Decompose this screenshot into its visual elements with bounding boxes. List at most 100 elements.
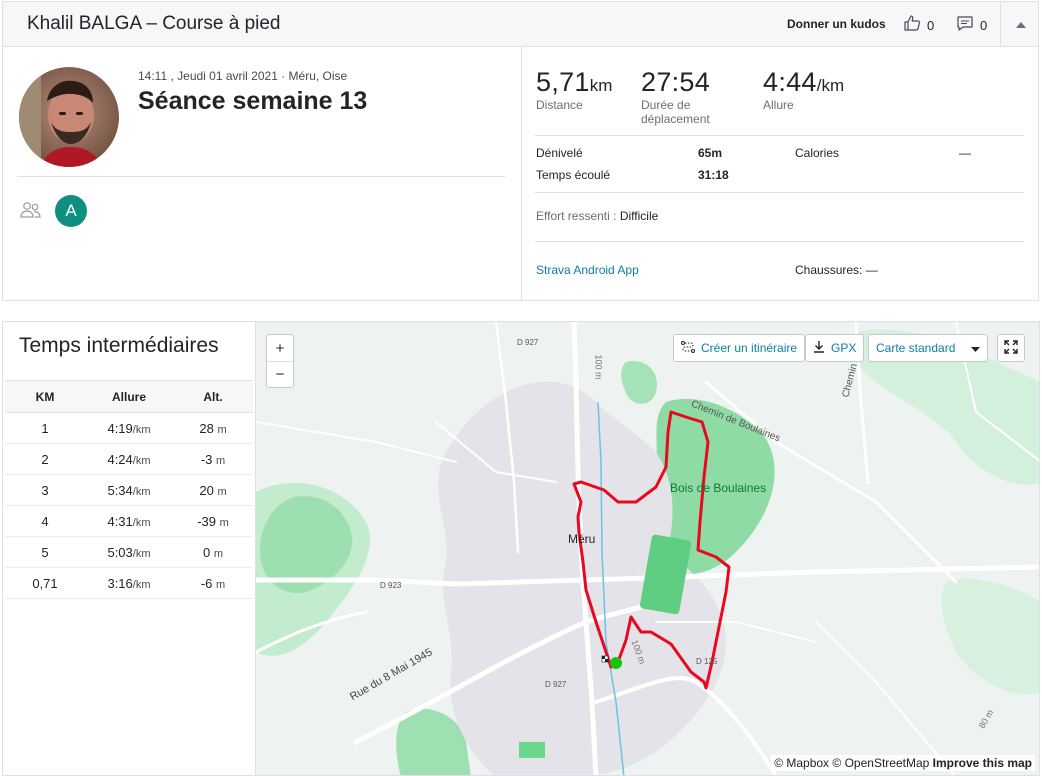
split-alt: -6 m	[173, 567, 253, 599]
column-header-km: KM	[5, 380, 85, 413]
start-marker	[610, 657, 622, 669]
road-label-d927-top: D 927	[517, 338, 539, 347]
splits-header-row: KM Allure Alt.	[5, 380, 253, 413]
device-link[interactable]: Strava Android App	[536, 263, 639, 277]
activity-title: Séance semaine 13	[138, 87, 368, 115]
zoom-in-button[interactable]: +	[267, 335, 293, 361]
split-pace: 5:03/km	[85, 536, 173, 568]
gpx-export-button[interactable]: GPX	[805, 334, 865, 362]
split-alt-unit: m	[216, 454, 226, 467]
split-row[interactable]: 0,71 3:16/km -6 m	[5, 567, 253, 599]
split-alt-value: 28	[199, 420, 214, 436]
improve-map-link[interactable]: Improve this map	[933, 756, 1032, 770]
split-row[interactable]: 1 4:19/km 28 m	[5, 412, 253, 444]
kudos-count: 0	[927, 17, 935, 33]
splits-panel: Temps intermédiaires KM Allure Alt. 1 4:1…	[2, 321, 255, 776]
collapse-button[interactable]	[1000, 2, 1040, 46]
create-route-button[interactable]: Créer un itinéraire	[673, 334, 806, 362]
split-row[interactable]: 4 4:31/km -39 m	[5, 505, 253, 537]
distance-label: Distance	[536, 98, 583, 112]
split-pace: 3:16/km	[85, 567, 173, 599]
split-pace: 4:24/km	[85, 443, 173, 475]
shoes-info: Chaussures: —	[795, 263, 878, 277]
map-canvas[interactable]	[256, 322, 1040, 776]
calories-label: Calories	[795, 146, 840, 160]
split-alt: 0 m	[173, 536, 253, 568]
split-alt-value: -6	[200, 575, 213, 591]
split-row[interactable]: 5 5:03/km 0 m	[5, 536, 253, 568]
give-kudos-link[interactable]: Donner un kudos	[787, 17, 886, 31]
split-pace: 4:31/km	[85, 505, 173, 537]
split-pace-unit: /km	[132, 547, 151, 560]
contour-label: 100 m	[593, 354, 604, 380]
split-alt-value: -3	[200, 451, 213, 467]
divider	[535, 192, 1024, 193]
divider	[535, 135, 1024, 136]
wood-label: Bois de Boulaines	[670, 481, 767, 495]
caret-down-icon	[971, 341, 980, 355]
comment-icon	[956, 14, 974, 37]
gpx-label: GPX	[831, 341, 857, 355]
elevation-value: 65m	[698, 146, 723, 160]
kudos-button[interactable]: 0	[903, 14, 939, 36]
split-pace-unit: /km	[132, 423, 151, 436]
split-pace-value: 4:19	[107, 420, 133, 436]
osm-attribution[interactable]: © OpenStreetMap	[832, 756, 929, 770]
divider	[535, 241, 1024, 242]
distance-unit: km	[589, 76, 613, 95]
comment-button[interactable]: 0	[956, 14, 992, 36]
group-activity-icon[interactable]	[19, 201, 43, 224]
finish-marker	[601, 655, 609, 663]
split-alt-unit: m	[217, 423, 227, 436]
split-pace-value: 3:16	[107, 575, 133, 591]
map-style-label: Carte standard	[876, 341, 956, 355]
fullscreen-button[interactable]	[997, 334, 1025, 362]
caret-up-icon	[1015, 15, 1026, 33]
perceived-effort: Effort ressenti : Difficile	[536, 209, 658, 223]
mapbox-attribution[interactable]: © Mapbox	[774, 756, 829, 770]
route-map[interactable]: Méru Bois de Boulaines Chemin de Boulain…	[255, 321, 1040, 776]
activity-header-title: Khalil BALGA – Course à pied	[27, 13, 281, 34]
split-alt: 20 m	[173, 474, 253, 506]
split-alt-value: 20	[199, 482, 214, 498]
moving-time-label-2: déplacement	[641, 112, 710, 126]
split-pace-value: 4:31	[107, 513, 133, 529]
zoom-control: + −	[266, 334, 294, 388]
column-header-alt: Alt.	[173, 380, 253, 413]
road-label-d923: D 923	[380, 581, 402, 590]
pace-label: Allure	[763, 98, 794, 112]
calories-value: —	[959, 146, 971, 160]
split-row[interactable]: 2 4:24/km -3 m	[5, 443, 253, 475]
split-pace-unit: /km	[132, 516, 151, 529]
split-alt: -3 m	[173, 443, 253, 475]
elapsed-time-label: Temps écoulé	[536, 168, 611, 182]
zoom-out-button[interactable]: −	[267, 361, 293, 387]
split-pace-unit: /km	[132, 485, 151, 498]
split-pace-value: 4:24	[107, 451, 133, 467]
pace-unit: /km	[816, 76, 845, 95]
activity-stats: 5,71km Distance 27:54 Durée de déplaceme…	[523, 47, 1039, 300]
split-alt-unit: m	[219, 516, 229, 529]
forest-area	[941, 578, 1039, 695]
map-style-select[interactable]: Carte standard	[868, 334, 988, 362]
split-pace-value: 5:03	[107, 544, 133, 560]
fullscreen-icon	[1004, 339, 1018, 357]
moving-time-label-1: Durée de	[641, 98, 691, 112]
activity-details: 14:11 , Jeudi 01 avril 2021 · Méru, Oise…	[3, 47, 522, 300]
split-row[interactable]: 3 5:34/km 20 m	[5, 474, 253, 506]
split-km: 0,71	[5, 567, 85, 599]
forest-area	[621, 361, 657, 404]
stat-distance: 5,71km Distance	[536, 67, 612, 112]
split-alt-unit: m	[217, 485, 227, 498]
create-route-label: Créer un itinéraire	[701, 341, 798, 355]
activity-date-location: 14:11 , Jeudi 01 avril 2021 · Méru, Oise	[138, 69, 348, 83]
athlete-avatar-badge[interactable]: A	[55, 195, 87, 227]
split-pace: 5:34/km	[85, 474, 173, 506]
distance-value: 5,71	[536, 67, 590, 97]
split-km: 1	[5, 412, 85, 444]
column-header-pace: Allure	[85, 380, 173, 413]
splits-body: 1 4:19/km 28 m 2 4:24/km -3 m 3 5:34/km 20 m 4 4:3…	[5, 412, 253, 599]
avatar[interactable]	[19, 67, 119, 167]
split-alt-value: 0	[202, 544, 211, 560]
divider	[17, 176, 505, 177]
